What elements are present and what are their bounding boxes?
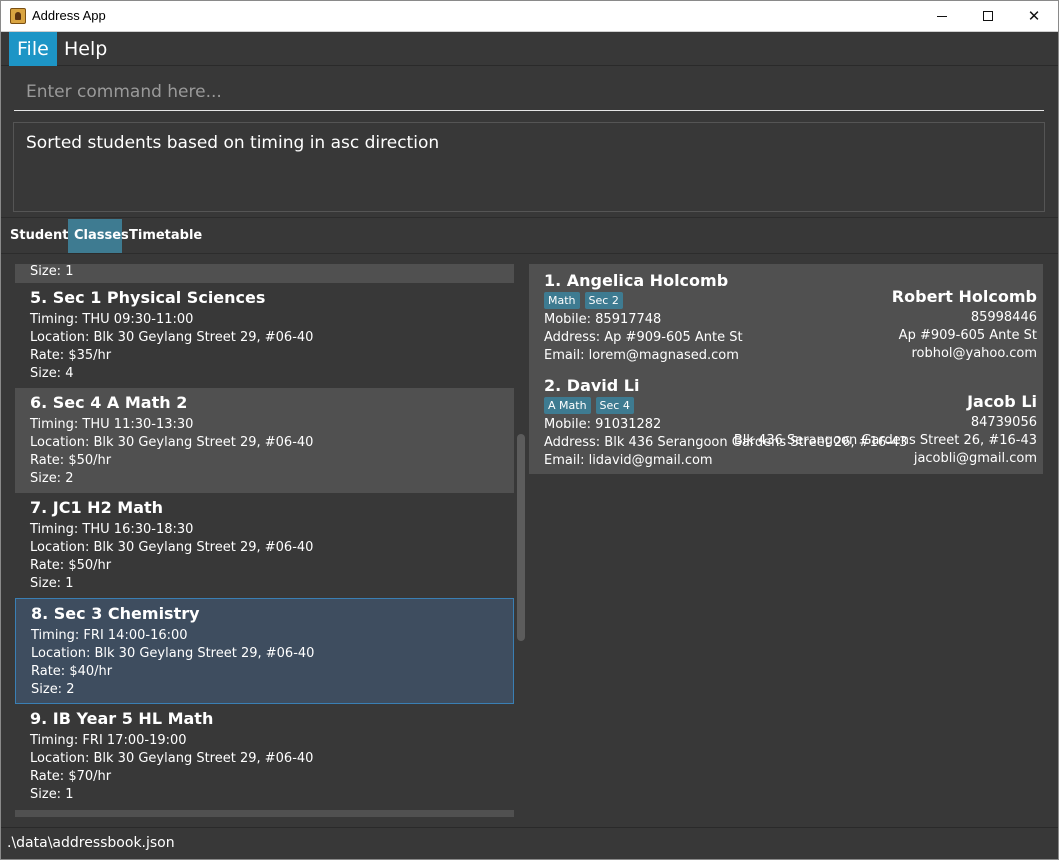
tag: Sec 4	[595, 397, 634, 414]
class-title: 6. Sec 4 A Math 2	[30, 393, 188, 412]
student-mobile: Mobile: 85917748	[544, 312, 662, 327]
minimize-icon	[937, 15, 947, 17]
class-title: 9. IB Year 5 HL Math	[30, 709, 214, 728]
class-rate: Rate: $70/hr	[30, 769, 112, 784]
class-card[interactable]: 7. JC1 H2 Math Timing: THU 16:30-18:30 L…	[15, 493, 514, 598]
class-timing: Timing: THU 09:30-11:00	[30, 312, 194, 327]
class-rate: Rate: $35/hr	[30, 348, 112, 363]
student-address: Address: Ap #909-605 Ante St	[544, 330, 743, 345]
tag: Sec 2	[584, 292, 623, 309]
student-name: 1. Angelica Holcomb	[544, 271, 729, 290]
class-rate: Rate: $40/hr	[31, 664, 113, 679]
command-input[interactable]	[14, 73, 1044, 111]
tab-timetable[interactable]: Timetable	[123, 219, 208, 253]
class-location: Location: Blk 30 Geylang Street 29, #06-…	[30, 330, 314, 345]
class-size: Size: 1	[30, 264, 74, 279]
class-rate: Rate: $50/hr	[30, 558, 112, 573]
result-display: Sorted students based on timing in asc d…	[13, 122, 1045, 212]
tab-bar: Students Classes Timetable	[1, 217, 1058, 254]
class-location: Location: Blk 30 Geylang Street 29, #06-…	[30, 435, 314, 450]
class-timing: Timing: THU 11:30-13:30	[30, 417, 194, 432]
class-card-partial[interactable]	[15, 810, 514, 817]
class-timing: Timing: THU 16:30-18:30	[30, 522, 194, 537]
parent-email: jacobli@gmail.com	[913, 451, 1037, 466]
class-title: 8. Sec 3 Chemistry	[31, 604, 200, 623]
class-title: 5. Sec 1 Physical Sciences	[30, 288, 266, 307]
close-icon: ✕	[1027, 7, 1041, 25]
maximize-icon	[983, 11, 993, 21]
student-email: Email: lidavid@gmail.com	[544, 453, 713, 468]
student-name: 2. David Li	[544, 376, 640, 395]
close-button[interactable]: ✕	[1011, 1, 1057, 31]
parent-email: robhol@yahoo.com	[911, 346, 1037, 361]
student-card[interactable]: 1. Angelica Holcomb Math Sec 2 Mobile: 8…	[529, 264, 1043, 369]
class-size: Size: 2	[30, 471, 74, 486]
data-file-path: .\data\addressbook.json	[7, 835, 175, 851]
command-area	[1, 67, 1058, 115]
parent-name: Robert Holcomb	[891, 287, 1037, 306]
menu-bar: File Help	[1, 32, 1058, 66]
tab-classes[interactable]: Classes	[68, 219, 129, 253]
student-card[interactable]: 2. David Li A Math Sec 4 Mobile: 9103128…	[529, 369, 1043, 474]
class-card[interactable]: 6. Sec 4 A Math 2 Timing: THU 11:30-13:3…	[15, 388, 514, 493]
tag: Math	[544, 292, 580, 309]
class-card-selected[interactable]: 8. Sec 3 Chemistry Timing: FRI 14:00-16:…	[15, 598, 514, 704]
class-card-partial[interactable]: Size: 1	[15, 264, 514, 283]
result-text: Sorted students based on timing in asc d…	[26, 133, 440, 153]
maximize-button[interactable]	[965, 1, 1011, 31]
class-card[interactable]: 5. Sec 1 Physical Sciences Timing: THU 0…	[15, 283, 514, 388]
class-location: Location: Blk 30 Geylang Street 29, #06-…	[31, 646, 315, 661]
class-title: 7. JC1 H2 Math	[30, 498, 164, 517]
class-timing: Timing: FRI 14:00-16:00	[31, 628, 188, 643]
app-icon	[10, 8, 26, 24]
class-list[interactable]: Size: 1 5. Sec 1 Physical Sciences Timin…	[15, 264, 515, 817]
title-bar: Address App ✕	[1, 1, 1058, 32]
parent-phone: 85998446	[970, 310, 1037, 325]
class-timing: Timing: FRI 17:00-19:00	[30, 733, 187, 748]
parent-address: Ap #909-605 Ante St	[898, 328, 1037, 343]
menu-help[interactable]: Help	[56, 32, 115, 66]
scroll-thumb[interactable]	[517, 434, 525, 641]
class-size: Size: 1	[30, 576, 74, 591]
minimize-button[interactable]	[919, 1, 965, 31]
parent-address: Blk 436 Serangoon Gardens Street 26, #16…	[733, 433, 1037, 448]
class-size: Size: 1	[30, 787, 74, 802]
class-size: Size: 2	[31, 682, 75, 697]
window-title: Address App	[32, 8, 106, 23]
menu-file[interactable]: File	[9, 32, 57, 66]
student-mobile: Mobile: 91031282	[544, 417, 662, 432]
student-email: Email: lorem@magnased.com	[544, 348, 739, 363]
class-rate: Rate: $50/hr	[30, 453, 112, 468]
app-window: Address App ✕ File Help Sorted students …	[0, 0, 1059, 860]
student-list[interactable]: 1. Angelica Holcomb Math Sec 2 Mobile: 8…	[529, 264, 1043, 817]
class-size: Size: 4	[30, 366, 74, 381]
parent-phone: 84739056	[970, 415, 1037, 430]
class-list-scrollbar[interactable]	[516, 264, 526, 817]
student-tags: A Math Sec 4	[544, 397, 634, 414]
tag: A Math	[544, 397, 591, 414]
class-card[interactable]: 9. IB Year 5 HL Math Timing: FRI 17:00-1…	[15, 704, 514, 809]
student-tags: Math Sec 2	[544, 292, 623, 309]
class-location: Location: Blk 30 Geylang Street 29, #06-…	[30, 751, 314, 766]
status-bar: .\data\addressbook.json	[1, 827, 1058, 859]
parent-name: Jacob Li	[967, 392, 1037, 411]
class-location: Location: Blk 30 Geylang Street 29, #06-…	[30, 540, 314, 555]
